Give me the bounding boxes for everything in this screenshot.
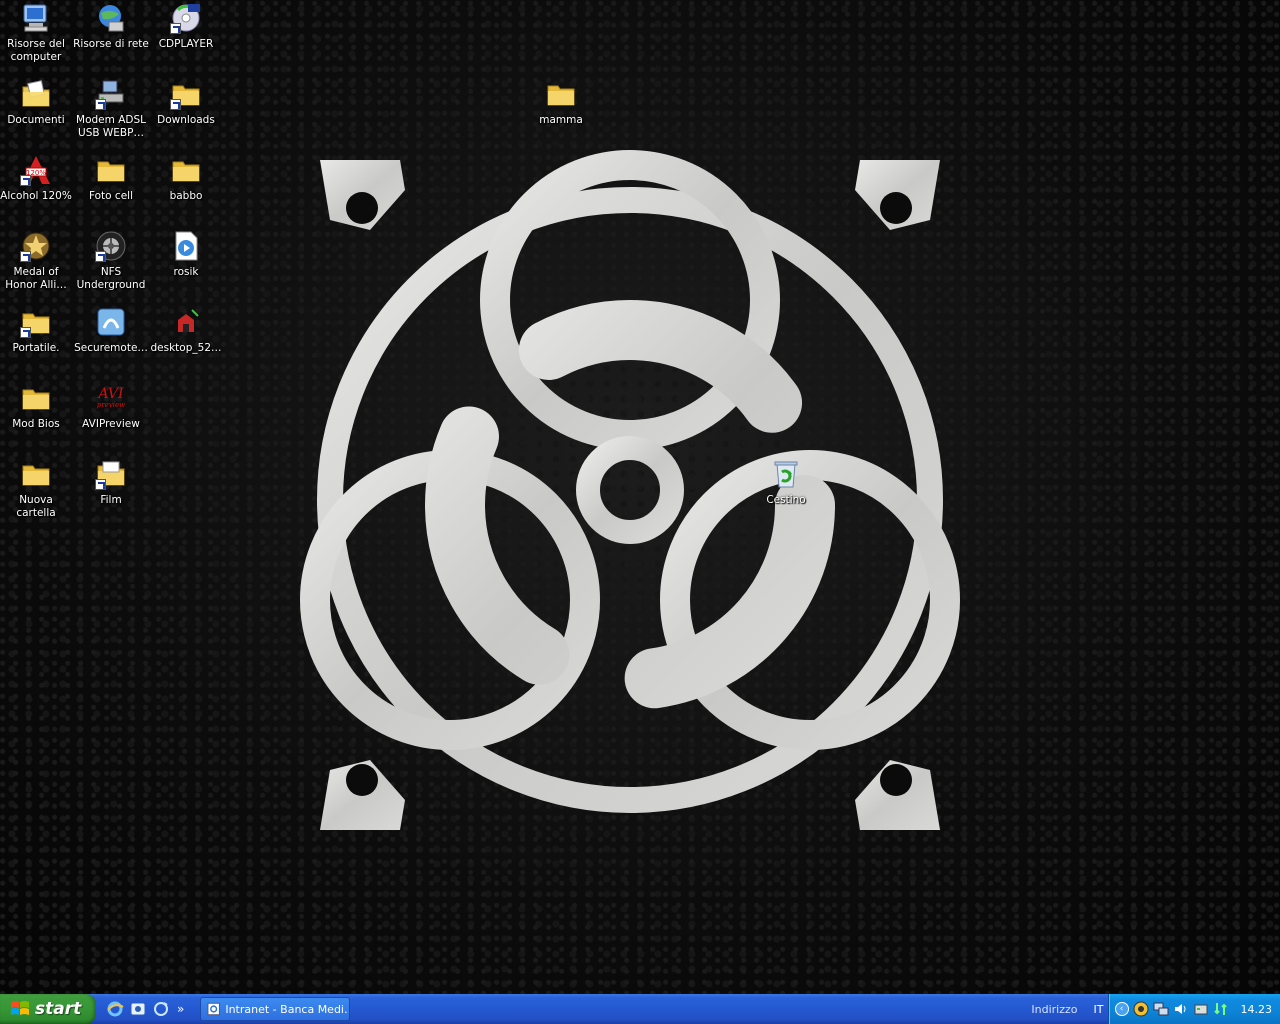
outlook-express-icon[interactable] [129,1000,147,1018]
desktop-icon-mamma[interactable]: mamma [523,78,599,152]
taskbar-window-intranet[interactable]: Intranet - Banca Medi… [200,997,350,1021]
shortcut-arrow-icon [20,175,31,186]
desktop[interactable]: Risorse del computer Risorse di rete CDP… [0,0,1280,994]
desktop-icon-securemote[interactable]: Securemote… [73,306,149,380]
desktop-icon-rosik[interactable]: rosik [148,230,224,304]
tray-network-icon[interactable] [1153,1001,1169,1017]
network-places-icon [95,2,127,34]
folder-icon [20,458,52,490]
windows-flag-icon [11,1001,29,1015]
desktop-icon-label: desktop_52… [150,342,222,354]
desktop-icon-desktop-52[interactable]: desktop_52… [148,306,224,380]
desktop-icon-label: Nuova cartella [16,494,56,519]
desktop-icon-film[interactable]: Film [73,458,149,532]
desktop-icon-avipreview[interactable]: AVI preview AVIPreview [73,382,149,456]
desktop-icon-label: Documenti [7,114,65,126]
shortcut-arrow-icon [95,479,106,490]
desktop-icon-label: mamma [539,114,583,126]
folder-icon [170,78,202,110]
desktop-icon-documenti[interactable]: Documenti [0,78,74,152]
folder-icon [545,78,577,110]
desktop-icon-medal-of-honor[interactable]: Medal of Honor Alli… [0,230,74,304]
desktop-icon-label: Securemote… [74,342,148,354]
system-tray: ‹ 14.23 [1107,994,1280,1024]
desktop-icon-downloads[interactable]: Downloads [148,78,224,152]
show-desktop-icon[interactable] [152,1000,170,1018]
desktop-icon-label: Downloads [157,114,215,126]
modem-icon [95,78,127,110]
recycle-bin-icon [770,458,802,490]
folder-icon [95,458,127,490]
folder-icon [20,382,52,414]
desktop-icon-label: AVIPreview [82,418,140,430]
biohazard-wallpaper [300,150,960,830]
desktop-icon-label: Mod Bios [12,418,60,430]
desktop-icon-cestino[interactable]: Cestino [748,458,824,532]
shortcut-arrow-icon [95,99,106,110]
alcohol-icon: 120% [20,154,52,186]
tray-modem-icon[interactable] [1193,1001,1209,1017]
shortcut-arrow-icon [170,99,181,110]
desktop-icon-label: Modem ADSL USB WEBP… [76,114,146,139]
desktop-icon-label: NFS Underground [76,266,146,291]
desktop-icon-mod-bios[interactable]: Mod Bios [0,382,74,456]
tray-expand-chevron-icon[interactable]: ‹ [1114,1002,1129,1016]
tray-connection-icon[interactable] [1213,1001,1229,1017]
avi-preview-icon: AVI preview [95,382,127,414]
securemote-icon [95,306,127,338]
language-indicator[interactable]: IT [1094,1003,1104,1016]
desktop-icon-label: Cestino [766,494,806,506]
desktop-icon-alcohol[interactable]: 120% Alcohol 120% [0,154,74,228]
folder-icon [170,154,202,186]
taskbar: start » Intranet - Banca Medi… Indirizzo… [0,994,1280,1024]
ie-page-icon [207,1002,220,1016]
desktop-icon-label: Portatile. [12,342,60,354]
svg-text:AVI: AVI [96,386,124,402]
desktop-icon-babbo[interactable]: babbo [148,154,224,228]
media-file-icon [170,230,202,262]
desktop-icon-my-computer[interactable]: Risorse del computer [0,2,74,76]
start-label: start [35,999,82,1019]
desktop-icon-label: Risorse di rete [73,38,149,50]
folder-icon [20,306,52,338]
shortcut-arrow-icon [20,251,31,262]
desktop-icon-cdplayer[interactable]: CDPLAYER [148,2,224,76]
desktop-icon-nfs-underground[interactable]: NFS Underground [73,230,149,304]
desktop-icon-nuova-cartella[interactable]: Nuova cartella [0,458,74,532]
quick-launch: » [96,1000,200,1018]
medal-icon [20,230,52,262]
shortcut-arrow-icon [95,251,106,262]
taskbar-window-label: Intranet - Banca Medi… [225,1002,349,1016]
quicklaunch-more[interactable]: » [177,1002,184,1016]
wheel-icon [95,230,127,262]
desktop-icon-portatile[interactable]: Portatile. [0,306,74,380]
shortcut-arrow-icon [20,327,31,338]
desktop-icon-foto-cell[interactable]: Foto cell [73,154,149,228]
desktop-icon-label: Risorse del computer [7,38,65,63]
svg-text:preview: preview [97,401,125,409]
folder-icon [95,154,127,186]
desktop-icon-label: babbo [169,190,203,202]
desktop-icon-label: Alcohol 120% [0,190,72,202]
desktop-icon-label: Medal of Honor Alli… [5,266,67,291]
shortcut-arrow-icon [170,23,181,34]
desktop-icon-label: Foto cell [88,190,134,202]
cd-player-icon [170,2,202,34]
my-documents-icon [20,78,52,110]
tray-volume-icon[interactable] [1173,1001,1189,1017]
clock[interactable]: 14.23 [1241,1003,1273,1016]
desktop-icon-modem-adsl[interactable]: Modem ADSL USB WEBP… [73,78,149,152]
internet-explorer-icon[interactable] [106,1000,124,1018]
address-toolbar-label[interactable]: Indirizzo [1031,1003,1077,1016]
tray-app-icon[interactable] [1133,1001,1149,1017]
desktop-icon-label: CDPLAYER [158,38,214,50]
desktop-icon-network-places[interactable]: Risorse di rete [73,2,149,76]
desktop-file-icon [170,306,202,338]
my-computer-icon [20,2,52,34]
desktop-icon-label: rosik [173,266,199,278]
desktop-icon-label: Film [100,494,122,506]
start-button[interactable]: start [0,994,96,1024]
